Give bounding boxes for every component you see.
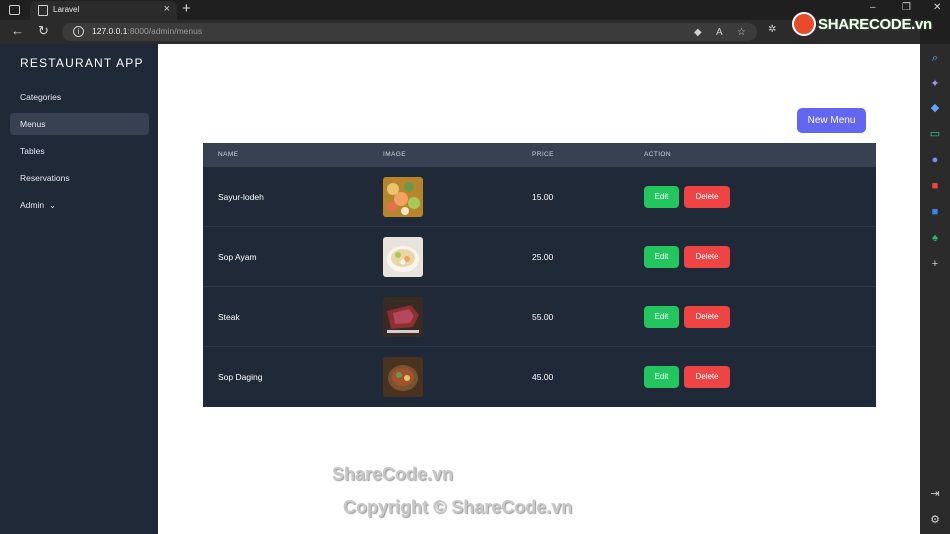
menu-price: 45.00 (532, 372, 554, 382)
edit-button[interactable]: Edit (644, 366, 679, 388)
add-icon[interactable]: + (929, 258, 941, 270)
table-row: Sop Daging 45.00 Edit Delete (203, 347, 876, 407)
tab-close-icon[interactable]: × (164, 3, 170, 15)
main-content: New Menu NAME IMAGE PRICE ACTION Sayur-l… (158, 44, 920, 534)
menu-price: 15.00 (532, 192, 554, 202)
hide-sidebar-icon[interactable]: ⇥ (929, 488, 941, 500)
menu-name: Sop Ayam (218, 252, 257, 262)
menu-name: Sayur-lodeh (218, 192, 264, 202)
menu-name: Sop Daging (218, 372, 263, 382)
people-icon[interactable]: ● (929, 154, 941, 166)
chevron-down-icon: ⌄ (49, 201, 56, 210)
url-text[interactable]: 127.0.0.1:8000/admin/menus (92, 26, 202, 36)
games-icon[interactable]: ♠ (929, 232, 941, 244)
back-icon[interactable]: ← (11, 23, 24, 38)
table-row: Sop Ayam 25.00 Edit Delete (203, 227, 876, 287)
delete-button[interactable]: Delete (684, 246, 730, 268)
office-icon[interactable]: ■ (929, 180, 941, 192)
new-tab-button[interactable]: + (182, 0, 191, 17)
delete-button[interactable]: Delete (684, 186, 730, 208)
watermark-copyright: Copyright © ShareCode.vn (343, 497, 573, 517)
menus-table: NAME IMAGE PRICE ACTION Sayur-lodeh 15.0… (203, 143, 876, 407)
sidebar-item-tables[interactable]: Tables (10, 140, 149, 162)
settings-gear-icon[interactable]: ⚙ (929, 514, 941, 526)
delete-button[interactable]: Delete (684, 366, 730, 388)
sidebar-item-categories[interactable]: Categories (10, 86, 149, 108)
browser-toolbar: ← ↻ i 127.0.0.1:8000/admin/menus ◆ A ☆ ✲ (0, 20, 920, 44)
menu-price: 55.00 (532, 312, 554, 322)
menu-name: Steak (218, 312, 240, 322)
address-bar[interactable]: i 127.0.0.1:8000/admin/menus ◆ A ☆ (62, 23, 757, 41)
minimize-icon[interactable]: – (870, 2, 876, 13)
close-window-icon[interactable]: ✕ (933, 2, 941, 13)
site-info-icon[interactable]: i (73, 26, 84, 37)
edit-button[interactable]: Edit (644, 186, 679, 208)
delete-button[interactable]: Delete (684, 306, 730, 328)
table-row: Sayur-lodeh 15.00 Edit Delete (203, 167, 876, 227)
tag-icon[interactable]: ◆ (694, 27, 702, 38)
sharecode-logo-text: SHARECODE.vn (818, 16, 932, 33)
sidebar-item-admin[interactable]: Admin ⌄ (10, 194, 149, 216)
column-header-image: IMAGE (383, 151, 406, 158)
tab-title: Laravel (53, 5, 80, 14)
page-favicon-icon (38, 5, 48, 16)
browser-tab[interactable]: Laravel × (30, 1, 177, 20)
menu-image (383, 297, 423, 337)
sidebar-item-reservations[interactable]: Reservations (10, 167, 149, 189)
new-menu-button[interactable]: New Menu (797, 108, 866, 133)
browser-side-panel: ⌕ ✦ ◆ ▭ ● ■ ■ ♠ + ⇥ ⚙ (920, 44, 950, 534)
favorite-icon[interactable]: ☆ (737, 27, 746, 38)
outlook-icon[interactable]: ■ (929, 206, 941, 218)
watermark-text: ShareCode.vn (332, 464, 454, 484)
refresh-icon[interactable]: ↻ (38, 23, 49, 39)
tools-icon[interactable]: ▭ (929, 128, 941, 140)
app-sidebar: RESTAURANT APP Categories Menus Tables R… (0, 44, 158, 534)
edit-button[interactable]: Edit (644, 246, 679, 268)
read-aloud-icon[interactable]: A (716, 27, 723, 38)
tab-actions-icon[interactable] (9, 5, 20, 15)
search-icon[interactable]: ⌕ (929, 52, 941, 64)
sidebar-item-admin-label: Admin (20, 200, 45, 210)
menu-image (383, 237, 423, 277)
sidebar-item-menus[interactable]: Menus (10, 113, 149, 135)
column-header-name: NAME (218, 151, 239, 158)
maximize-icon[interactable]: ❐ (902, 2, 911, 13)
column-header-action: ACTION (644, 151, 671, 158)
shopping-icon[interactable]: ◆ (929, 102, 941, 114)
copilot-icon[interactable]: ✦ (929, 78, 941, 90)
table-header: NAME IMAGE PRICE ACTION (203, 143, 876, 167)
sharecode-logo-icon (792, 12, 816, 36)
menu-price: 25.00 (532, 252, 554, 262)
extensions-icon[interactable]: ✲ (768, 24, 776, 35)
table-row: Steak 55.00 Edit Delete (203, 287, 876, 347)
menu-image (383, 177, 423, 217)
app-title: RESTAURANT APP (20, 56, 144, 70)
edit-button[interactable]: Edit (644, 306, 679, 328)
menu-image (383, 357, 423, 397)
column-header-price: PRICE (532, 151, 554, 158)
